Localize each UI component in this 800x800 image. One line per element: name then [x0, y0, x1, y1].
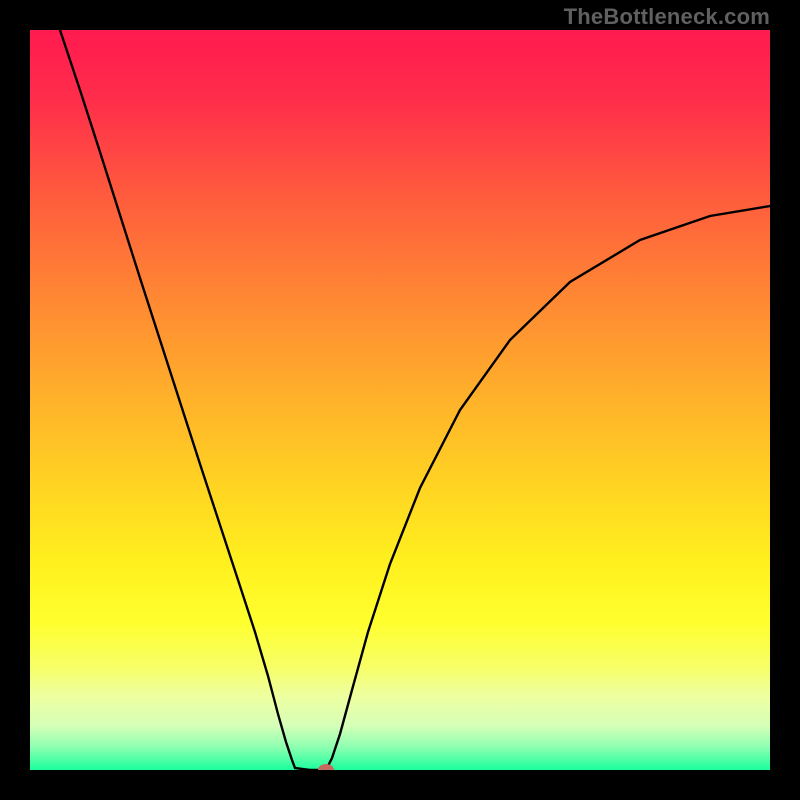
gradient-background [30, 30, 770, 770]
plot-area [30, 30, 770, 770]
watermark-text: TheBottleneck.com [564, 4, 770, 30]
chart-frame: TheBottleneck.com [0, 0, 800, 800]
chart-svg [30, 30, 770, 770]
